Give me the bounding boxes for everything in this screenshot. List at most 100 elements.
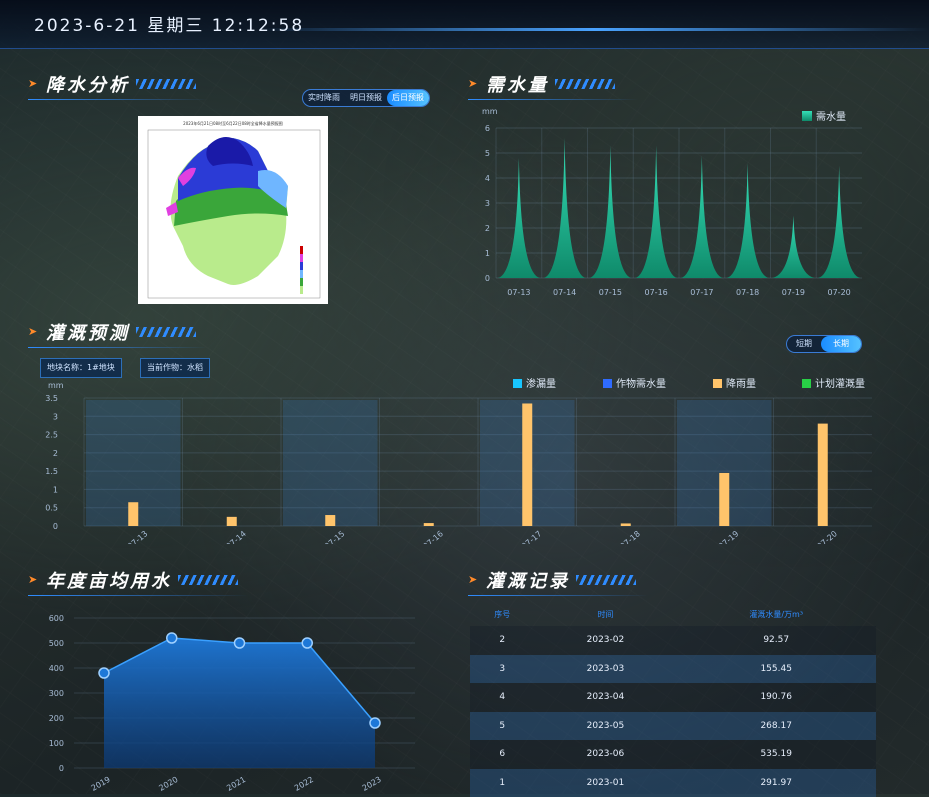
y-tick-label: 4	[485, 174, 490, 183]
legend-label: 渗漏量	[526, 377, 556, 390]
legend-swatch	[603, 379, 612, 388]
data-point	[99, 668, 109, 678]
bar	[621, 523, 631, 526]
title-stripes	[136, 327, 196, 337]
x-tick-label: 2021	[225, 775, 247, 793]
x-tick-label: 07-16	[645, 288, 668, 297]
x-tick-label: 07-16	[421, 529, 445, 544]
map-caption: 2023年6月21日08时至6月22日08时全省降水量预报图	[183, 120, 283, 126]
irrigation-records-table: 序号 时间 灌溉水量/万m³ 22023-0292.57 32023-03155…	[470, 602, 876, 797]
x-tick-label: 07-17	[520, 529, 544, 544]
annual-panel-title: ➤ 年度亩均用水	[28, 570, 248, 590]
data-point	[370, 718, 380, 728]
table-row[interactable]: 62023-06535.19	[470, 740, 876, 769]
x-tick-label: 07-18	[736, 288, 759, 297]
category-band	[283, 400, 378, 526]
y-tick-label: 1	[53, 485, 58, 494]
demand-peak	[498, 158, 540, 278]
x-tick-label: 07-15	[599, 288, 622, 297]
x-tick-label: 07-19	[782, 288, 805, 297]
legend-swatch	[513, 379, 522, 388]
header-glow-line	[260, 28, 929, 31]
tab-tomorrow-forecast[interactable]: 明日预报	[345, 90, 387, 106]
demand-peak	[544, 138, 586, 278]
y-tick-label: 5	[485, 149, 490, 158]
y-tick-label: 0	[59, 764, 64, 773]
x-tick-label: 07-14	[224, 529, 248, 544]
legend-label: 作物需水量	[616, 377, 666, 390]
y-tick-label: 100	[49, 739, 64, 748]
y-tick-label: 500	[49, 639, 64, 648]
demand-peak	[589, 146, 631, 279]
table-row[interactable]: 22023-0292.57	[470, 626, 876, 655]
table-header-row: 序号 时间 灌溉水量/万m³	[470, 602, 876, 626]
bar	[424, 523, 434, 526]
y-tick-label: 0	[485, 274, 490, 283]
data-point	[302, 638, 312, 648]
x-tick-label: 2023	[361, 775, 383, 793]
legend-label: 计划灌溉量	[815, 377, 865, 390]
tab-dayafter-forecast[interactable]: 后日预报	[387, 90, 429, 106]
x-tick-label: 07-13	[507, 288, 530, 297]
y-tick-label: 2	[485, 224, 490, 233]
x-tick-label: 2019	[90, 775, 112, 793]
legend-label: 降雨量	[726, 377, 756, 390]
demand-peak	[681, 156, 723, 279]
bar	[128, 502, 138, 526]
irrigation-ylabel: mm	[48, 381, 64, 390]
y-tick-label: 3.5	[45, 394, 58, 403]
x-tick-label: 2020	[157, 775, 179, 793]
bar	[719, 473, 729, 526]
y-tick-label: 0.5	[45, 504, 58, 513]
rainfall-forecast-map: 2023年6月21日08时至6月22日08时全省降水量预报图	[138, 116, 328, 304]
records-panel-title: ➤ 灌溉记录	[468, 570, 648, 590]
title-arrow-icon: ➤	[468, 79, 478, 89]
table-row[interactable]: 12023-01291.97	[470, 769, 876, 797]
title-stripes	[178, 575, 238, 585]
tab-long-term[interactable]: 长期	[821, 336, 861, 352]
irrigation-chart: mm 渗漏量作物需水量降雨量计划灌溉量00.511.522.533.507-13…	[40, 374, 890, 544]
data-point	[235, 638, 245, 648]
x-tick-label: 07-17	[690, 288, 713, 297]
title-arrow-icon: ➤	[468, 575, 478, 585]
x-tick-label: 2022	[293, 775, 315, 793]
bar	[227, 517, 237, 526]
y-tick-label: 6	[485, 124, 490, 133]
annual-chart: 010020030040050060020192020202120222023	[30, 608, 430, 794]
y-tick-label: 2.5	[45, 431, 58, 440]
bar	[818, 424, 828, 526]
bar	[522, 403, 532, 526]
tab-realtime-rain[interactable]: 实时降雨	[303, 90, 345, 106]
top-header-bar: 2023-6-21 星期三 12:12:58	[0, 0, 929, 49]
y-tick-label: 200	[49, 714, 64, 723]
x-tick-label: 07-14	[553, 288, 576, 297]
table-row[interactable]: 42023-04190.76	[470, 683, 876, 712]
demand-legend-swatch	[802, 111, 812, 121]
area-fill	[104, 638, 375, 768]
title-stripes	[555, 79, 615, 89]
y-tick-label: 1.5	[45, 467, 58, 476]
x-tick-label: 07-15	[323, 529, 347, 544]
irrigation-panel-title: ➤ 灌溉预测	[28, 322, 208, 342]
demand-legend-label: 需水量	[816, 111, 846, 123]
demand-peak	[772, 216, 814, 279]
title-arrow-icon: ➤	[28, 79, 38, 89]
table-row[interactable]: 52023-05268.17	[470, 712, 876, 741]
bar	[325, 515, 335, 526]
demand-peak	[635, 146, 677, 279]
y-tick-label: 300	[49, 689, 64, 698]
x-tick-label: 07-19	[717, 529, 741, 544]
demand-panel-title: ➤ 需水量	[468, 74, 638, 94]
y-tick-label: 0	[53, 522, 58, 531]
title-arrow-icon: ➤	[28, 575, 38, 585]
tab-short-term[interactable]: 短期	[787, 336, 821, 352]
table-row[interactable]: 32023-03155.45	[470, 655, 876, 684]
rain-panel-title: ➤ 降水分析	[28, 74, 208, 94]
legend-swatch	[713, 379, 722, 388]
col-index: 序号	[470, 602, 534, 626]
y-tick-label: 1	[485, 249, 490, 258]
col-volume: 灌溉水量/万m³	[676, 602, 876, 626]
y-tick-label: 3	[485, 199, 490, 208]
title-stripes	[136, 79, 196, 89]
irrigation-tabs: 短期 长期	[786, 335, 862, 353]
